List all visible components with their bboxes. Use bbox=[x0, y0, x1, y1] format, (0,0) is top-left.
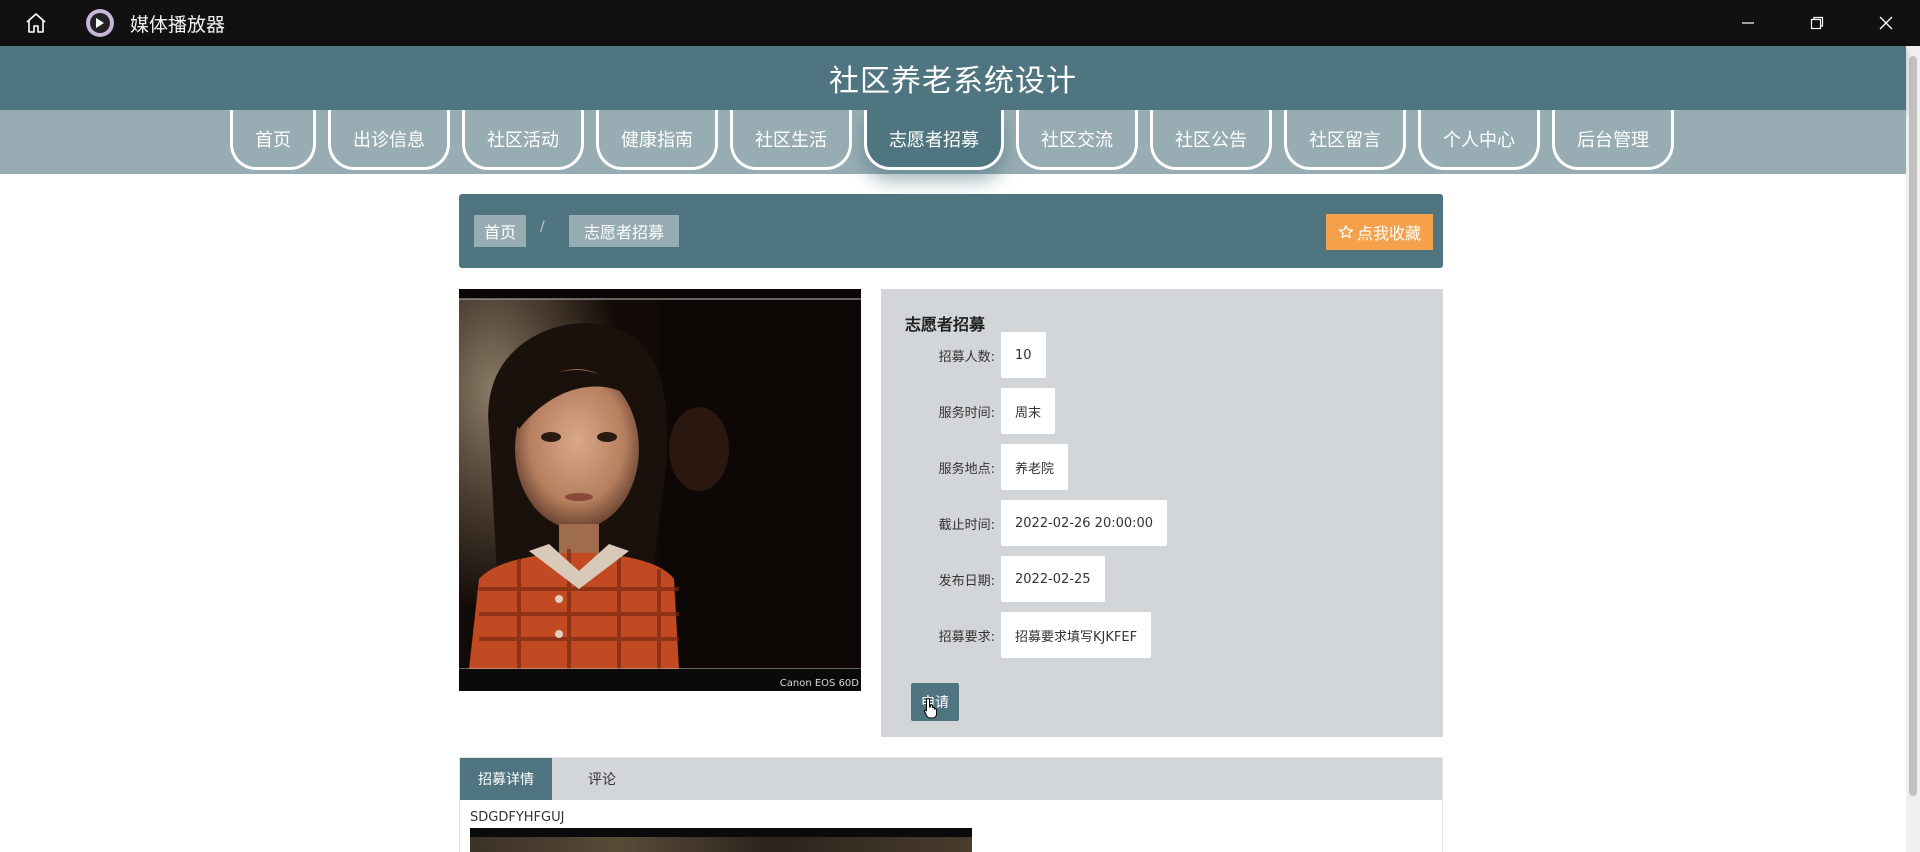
nav-item-personal-center[interactable]: 个人中心 bbox=[1418, 110, 1540, 170]
restore-icon bbox=[1810, 16, 1823, 30]
field-label: 招募人数: bbox=[938, 349, 995, 365]
field-row-recruit-count: 招募人数: 10 bbox=[881, 331, 1046, 379]
close-button[interactable] bbox=[1851, 0, 1920, 46]
field-row-service-location: 服务地点: 养老院 bbox=[881, 443, 1069, 491]
breadcrumb-current[interactable]: 志愿者招募 bbox=[569, 215, 680, 247]
field-row-service-time: 服务时间: 周末 bbox=[881, 387, 1056, 435]
field-row-requirements: 招募要求: 招募要求填写KJKFEF bbox=[881, 611, 1152, 659]
nav-item-community-activities[interactable]: 社区活动 bbox=[462, 110, 584, 170]
breadcrumb-separator: / bbox=[540, 219, 545, 235]
field-value: 2022-02-25 bbox=[1001, 556, 1105, 602]
site-title: 社区养老系统设计 bbox=[829, 64, 1077, 99]
detail-content-image bbox=[470, 828, 972, 852]
restore-button[interactable] bbox=[1782, 0, 1851, 46]
window-controls bbox=[1713, 0, 1920, 46]
nav-item-community-life[interactable]: 社区生活 bbox=[730, 110, 852, 170]
favorite-label: 点我收藏 bbox=[1356, 224, 1421, 243]
close-icon bbox=[1879, 16, 1892, 30]
field-value: 2022-02-26 20:00:00 bbox=[1001, 500, 1168, 546]
nav-item-community-exchange[interactable]: 社区交流 bbox=[1016, 110, 1138, 170]
scrollbar-thumb[interactable] bbox=[1909, 56, 1917, 796]
field-value: 周末 bbox=[1001, 388, 1056, 434]
nav-item-clinic-info[interactable]: 出诊信息 bbox=[328, 110, 450, 170]
minimize-icon bbox=[1741, 22, 1754, 24]
nav-item-volunteer-recruitment[interactable]: 志愿者招募 bbox=[864, 110, 1004, 170]
nav-item-home[interactable]: 首页 bbox=[230, 110, 316, 170]
field-label: 发布日期: bbox=[938, 573, 995, 589]
breadcrumb-home[interactable]: 首页 bbox=[474, 215, 527, 247]
recruitment-info-panel: 志愿者招募 招募人数: 10 服务时间: 周末 服务地点: 养老院 截止时间: … bbox=[881, 289, 1443, 737]
breadcrumb: 首页 / 志愿者招募 点我收藏 bbox=[459, 194, 1443, 268]
field-row-deadline: 截止时间: 2022-02-26 20:00:00 bbox=[881, 499, 1168, 547]
detail-tabs: 招募详情 评论 SDGDFYHFGUJ bbox=[459, 757, 1443, 852]
home-icon[interactable] bbox=[18, 5, 54, 41]
field-row-publish-date: 发布日期: 2022-02-25 bbox=[881, 555, 1105, 603]
window-title: 媒体播放器 bbox=[130, 13, 226, 36]
field-value: 招募要求填写KJKFEF bbox=[1001, 612, 1152, 658]
media-player-window: 媒体播放器 社区养老系统设计 首页 出诊信息 社区活动 健康指南 社区生活 志愿… bbox=[0, 0, 1920, 852]
field-value: 养老院 bbox=[1001, 444, 1069, 490]
nav-item-admin[interactable]: 后台管理 bbox=[1552, 110, 1674, 170]
minimize-button[interactable] bbox=[1713, 0, 1782, 46]
field-label: 服务时间: bbox=[938, 405, 995, 421]
star-outline-icon bbox=[1338, 225, 1353, 239]
field-label: 截止时间: bbox=[938, 517, 995, 533]
nav-item-community-notice[interactable]: 社区公告 bbox=[1150, 110, 1272, 170]
detail-content-text: SDGDFYHFGUJ bbox=[470, 810, 565, 825]
nav-item-community-messages[interactable]: 社区留言 bbox=[1284, 110, 1406, 170]
main-nav: 首页 出诊信息 社区活动 健康指南 社区生活 志愿者招募 社区交流 社区公告 社… bbox=[0, 110, 1906, 174]
field-value: 10 bbox=[1001, 332, 1046, 378]
media-player-app-icon bbox=[86, 9, 114, 37]
photo-caption: Canon EOS 60D bbox=[779, 678, 859, 689]
favorite-button[interactable]: 点我收藏 bbox=[1325, 214, 1433, 250]
tab-recruitment-details[interactable]: 招募详情 bbox=[460, 758, 552, 800]
title-bar: 媒体播放器 bbox=[0, 0, 1920, 46]
nav-item-health-guide[interactable]: 健康指南 bbox=[596, 110, 718, 170]
field-label: 招募要求: bbox=[938, 629, 995, 645]
tab-bar: 招募详情 评论 bbox=[460, 758, 1442, 800]
tab-comments[interactable]: 评论 bbox=[552, 758, 652, 800]
vertical-scrollbar[interactable] bbox=[1906, 46, 1920, 852]
site-header: 社区养老系统设计 bbox=[0, 46, 1906, 110]
hand-cursor-icon bbox=[923, 697, 937, 719]
field-label: 服务地点: bbox=[938, 461, 995, 477]
volunteer-photo: Canon EOS 60D bbox=[459, 289, 861, 691]
